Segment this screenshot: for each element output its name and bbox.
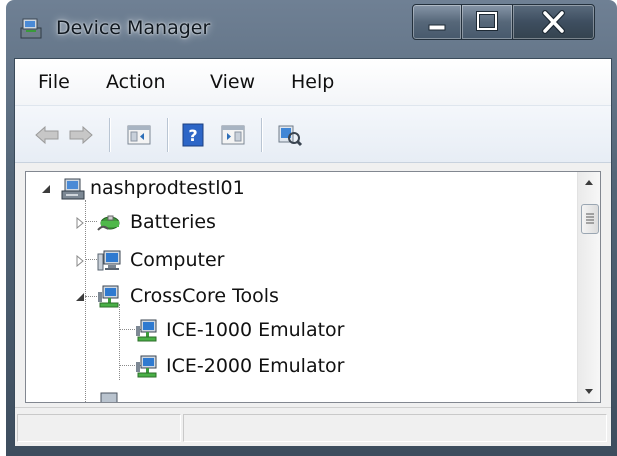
device-tree[interactable]: nashprodtestl01 Batteries Computer Cross… (25, 171, 601, 403)
tree-child-ice-1000[interactable]: ICE-1000 Emulator (26, 314, 566, 348)
network-device-icon (136, 319, 157, 342)
client-area: File Action View Help ? nashprodtestl01 … (14, 58, 612, 446)
network-device-icon (136, 355, 157, 378)
tree-root-label: nashprodtestl01 (90, 177, 245, 199)
status-pane (17, 414, 181, 442)
menu-help[interactable]: Help (291, 71, 334, 93)
scrollbar-thumb[interactable] (581, 204, 599, 234)
show-hide-action-pane-icon[interactable] (219, 122, 247, 148)
status-pane (183, 414, 607, 442)
tree-item-crosscore-tools[interactable]: CrossCore Tools (26, 280, 566, 314)
scroll-up-arrow-icon[interactable] (578, 172, 600, 194)
grip-icon (586, 213, 594, 224)
collapsed-arrow-icon[interactable] (74, 255, 86, 267)
vertical-scrollbar[interactable] (577, 172, 600, 402)
status-bar (15, 407, 611, 446)
tree-child-label: ICE-1000 Emulator (166, 319, 345, 341)
computer-node-icon (61, 178, 85, 200)
help-icon[interactable]: ? (179, 122, 207, 148)
tree-item-computer[interactable]: Computer (26, 244, 566, 278)
back-arrow-icon[interactable] (33, 122, 61, 148)
scroll-down-arrow-icon[interactable] (578, 380, 600, 402)
menu-file[interactable]: File (38, 71, 70, 93)
network-device-icon (98, 285, 119, 308)
device-manager-window: Device Manager File Action View Help ? n… (6, 0, 617, 456)
battery-icon (97, 215, 120, 231)
show-hide-console-tree-icon[interactable] (125, 122, 153, 148)
tree-item-partial[interactable] (26, 386, 566, 402)
toolbar: ? (15, 105, 611, 163)
forward-arrow-icon[interactable] (67, 122, 95, 148)
tree-item-label: CrossCore Tools (130, 285, 279, 307)
expanded-arrow-icon[interactable] (74, 291, 86, 303)
device-manager-icon (20, 18, 42, 39)
menu-bar: File Action View Help (15, 59, 611, 105)
close-button[interactable] (512, 4, 595, 40)
tree-item-label: Computer (130, 249, 225, 271)
collapsed-arrow-icon[interactable] (74, 217, 86, 229)
window-title: Device Manager (56, 17, 211, 39)
toolbar-separator (261, 118, 262, 152)
scan-hardware-icon[interactable] (275, 122, 303, 148)
toolbar-separator (109, 118, 110, 152)
tree-item-label: Batteries (130, 211, 216, 233)
menu-action[interactable]: Action (106, 71, 166, 93)
expanded-arrow-icon[interactable] (40, 183, 52, 195)
tree-item-batteries[interactable]: Batteries (26, 206, 566, 240)
minimize-icon (428, 24, 446, 31)
maximize-button[interactable] (461, 4, 513, 40)
minimize-button[interactable] (412, 4, 462, 40)
menu-view[interactable]: View (210, 71, 255, 93)
title-bar[interactable]: Device Manager (6, 0, 617, 58)
close-icon (542, 10, 565, 34)
maximize-icon (476, 11, 498, 31)
tree-child-ice-2000[interactable]: ICE-2000 Emulator (26, 350, 566, 384)
svg-text:?: ? (188, 126, 197, 145)
toolbar-separator (167, 118, 168, 152)
tree-root-node[interactable]: nashprodtestl01 (26, 172, 566, 206)
tree-child-label: ICE-2000 Emulator (166, 355, 345, 377)
monitor-icon (97, 250, 121, 271)
device-icon (100, 392, 118, 402)
